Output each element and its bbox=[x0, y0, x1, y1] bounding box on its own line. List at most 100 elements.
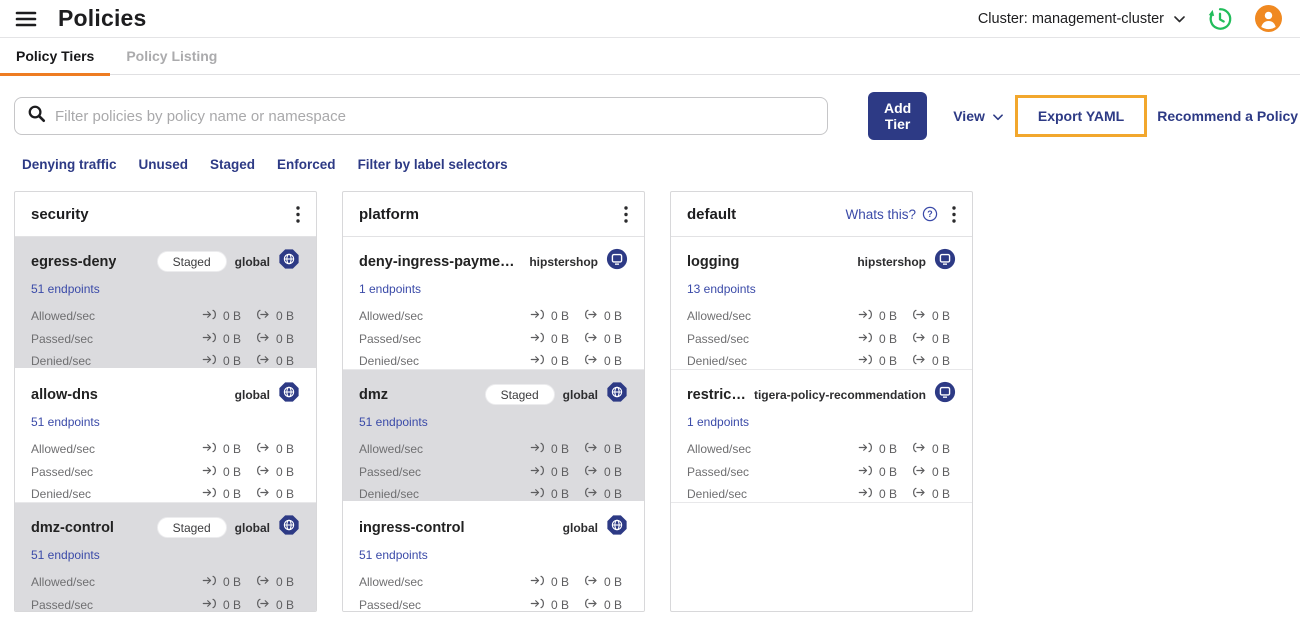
endpoints-link[interactable]: 13 endpoints bbox=[687, 282, 756, 296]
endpoints-link[interactable]: 51 endpoints bbox=[31, 548, 100, 562]
policy-tiers-board: security ? egress-deny Staged global bbox=[0, 172, 1300, 612]
policy-scope-label: global bbox=[234, 520, 270, 535]
filter-unused[interactable]: Unused bbox=[139, 157, 189, 172]
history-icon[interactable] bbox=[1207, 6, 1233, 32]
tier-menu-kebab-icon[interactable] bbox=[948, 204, 960, 225]
export-yaml-button[interactable]: Export YAML bbox=[1038, 108, 1124, 124]
policy-card-deny-ingress-paymentservi[interactable]: deny-ingress-paymentservi… hipstershop 1… bbox=[343, 237, 644, 370]
tier-menu-kebab-icon[interactable] bbox=[292, 204, 304, 225]
ingress-value: 0 B bbox=[879, 354, 898, 369]
endpoints-link[interactable]: 51 endpoints bbox=[31, 415, 100, 429]
policy-card-logging[interactable]: logging hipstershop 13 endpoints Allowed… bbox=[671, 237, 972, 370]
whats-this-link[interactable]: Whats this? ? bbox=[845, 206, 938, 222]
metric-row: Passed/sec 0 B 0 B bbox=[687, 328, 956, 351]
staged-badge: Staged bbox=[484, 384, 555, 405]
endpoints-link[interactable]: 51 endpoints bbox=[31, 282, 100, 296]
policy-metrics: Allowed/sec 0 B 0 B Passed/sec 0 B 0 B bbox=[687, 305, 956, 373]
filter-links: Denying traffic Unused Staged Enforced F… bbox=[0, 140, 1300, 172]
metric-row: Passed/sec 0 B 0 B bbox=[31, 328, 300, 351]
egress-icon bbox=[255, 465, 271, 479]
ingress-value: 0 B bbox=[223, 464, 242, 479]
cluster-selector-label: Cluster: management-cluster bbox=[977, 10, 1164, 27]
policy-card-dmz-control[interactable]: dmz-control Staged global 51 endpoints A… bbox=[15, 503, 316, 611]
namespace-policy-icon bbox=[934, 381, 956, 408]
ingress-value: 0 B bbox=[879, 331, 898, 346]
recommend-policy-button[interactable]: Recommend a Policy bbox=[1157, 108, 1298, 124]
chevron-down-icon bbox=[1174, 11, 1185, 27]
policy-card-dmz[interactable]: dmz Staged global 51 endpoints Allowed/s… bbox=[343, 370, 644, 503]
tier-name: security bbox=[31, 205, 89, 223]
filter-enforced[interactable]: Enforced bbox=[277, 157, 336, 172]
search-input[interactable] bbox=[55, 107, 815, 125]
filter-label-selectors[interactable]: Filter by label selectors bbox=[358, 157, 508, 172]
ingress-value: 0 B bbox=[551, 309, 570, 324]
policy-card-restricted[interactable]: restricted tigera-policy-recommendation … bbox=[671, 370, 972, 503]
ingress-value: 0 B bbox=[551, 487, 570, 502]
hamburger-menu-icon[interactable] bbox=[14, 6, 40, 32]
endpoints-link[interactable]: 1 endpoints bbox=[687, 415, 749, 429]
egress-icon bbox=[911, 354, 927, 368]
policy-name-link[interactable]: dmz-control bbox=[31, 520, 114, 536]
metric-row: Passed/sec 0 B 0 B bbox=[359, 328, 628, 351]
policy-search-box[interactable] bbox=[14, 97, 828, 135]
filter-denying-traffic[interactable]: Denying traffic bbox=[22, 157, 117, 172]
search-icon bbox=[27, 104, 46, 128]
tier-header: platform ? bbox=[343, 192, 644, 237]
endpoints-link[interactable]: 51 endpoints bbox=[359, 548, 428, 562]
ingress-icon bbox=[530, 575, 546, 589]
policy-card-egress-deny[interactable]: egress-deny Staged global 51 endpoints A… bbox=[15, 237, 316, 370]
metric-label: Denied/sec bbox=[359, 487, 420, 502]
policy-metrics: Allowed/sec 0 B 0 B Passed/sec 0 B 0 B bbox=[31, 438, 300, 506]
egress-icon bbox=[255, 332, 271, 346]
endpoints-link[interactable]: 1 endpoints bbox=[359, 282, 421, 296]
egress-value: 0 B bbox=[604, 464, 623, 479]
ingress-icon bbox=[530, 442, 546, 456]
filter-staged[interactable]: Staged bbox=[210, 157, 255, 172]
ingress-value: 0 B bbox=[551, 464, 570, 479]
ingress-icon bbox=[858, 487, 874, 501]
tier-card-list: logging hipstershop 13 endpoints Allowed… bbox=[671, 237, 972, 503]
ingress-icon bbox=[530, 465, 546, 479]
ingress-value: 0 B bbox=[223, 309, 242, 324]
staged-badge: Staged bbox=[156, 517, 227, 538]
tab-policy-tiers[interactable]: Policy Tiers bbox=[0, 38, 111, 76]
metric-label: Allowed/sec bbox=[359, 309, 424, 324]
egress-value: 0 B bbox=[276, 309, 295, 324]
tier-menu-kebab-icon[interactable] bbox=[620, 204, 632, 225]
namespace-policy-icon bbox=[934, 248, 956, 275]
egress-value: 0 B bbox=[932, 464, 951, 479]
ingress-icon bbox=[202, 465, 218, 479]
ingress-value: 0 B bbox=[551, 442, 570, 457]
egress-value: 0 B bbox=[604, 354, 623, 369]
cluster-selector[interactable]: Cluster: management-cluster bbox=[978, 11, 1185, 27]
policy-name-link[interactable]: ingress-control bbox=[359, 520, 465, 536]
tab-policy-listing[interactable]: Policy Listing bbox=[110, 38, 233, 74]
egress-icon bbox=[255, 598, 271, 611]
user-avatar-icon[interactable] bbox=[1255, 5, 1282, 32]
endpoints-link[interactable]: 51 endpoints bbox=[359, 415, 428, 429]
policy-name-link[interactable]: deny-ingress-paymentservi… bbox=[359, 254, 521, 270]
policy-name-link[interactable]: restricted bbox=[687, 387, 746, 403]
egress-value: 0 B bbox=[604, 487, 623, 502]
policy-card-ingress-control[interactable]: ingress-control global 51 endpoints Allo… bbox=[343, 503, 644, 612]
policy-name-link[interactable]: dmz bbox=[359, 387, 388, 403]
egress-value: 0 B bbox=[604, 597, 623, 612]
policy-name-link[interactable]: allow-dns bbox=[31, 387, 98, 403]
view-dropdown-button[interactable]: View bbox=[953, 108, 1003, 124]
ingress-icon bbox=[202, 575, 218, 589]
ingress-icon bbox=[858, 442, 874, 456]
add-tier-button[interactable]: Add Tier bbox=[868, 92, 928, 140]
ingress-value: 0 B bbox=[223, 442, 242, 457]
metric-label: Denied/sec bbox=[687, 354, 748, 369]
egress-value: 0 B bbox=[276, 354, 295, 369]
egress-value: 0 B bbox=[604, 575, 623, 590]
ingress-value: 0 B bbox=[223, 575, 242, 590]
policy-name-link[interactable]: logging bbox=[687, 254, 739, 270]
policy-name-link[interactable]: egress-deny bbox=[31, 254, 116, 270]
policy-card-allow-dns[interactable]: allow-dns global 51 endpoints Allowed/se… bbox=[15, 370, 316, 503]
policy-metrics: Allowed/sec 0 B 0 B Passed/sec 0 B 0 B bbox=[31, 571, 300, 611]
global-policy-icon bbox=[606, 514, 628, 541]
tier-header: default Whats this? ? bbox=[671, 192, 972, 237]
egress-icon bbox=[583, 332, 599, 346]
ingress-icon bbox=[858, 354, 874, 368]
